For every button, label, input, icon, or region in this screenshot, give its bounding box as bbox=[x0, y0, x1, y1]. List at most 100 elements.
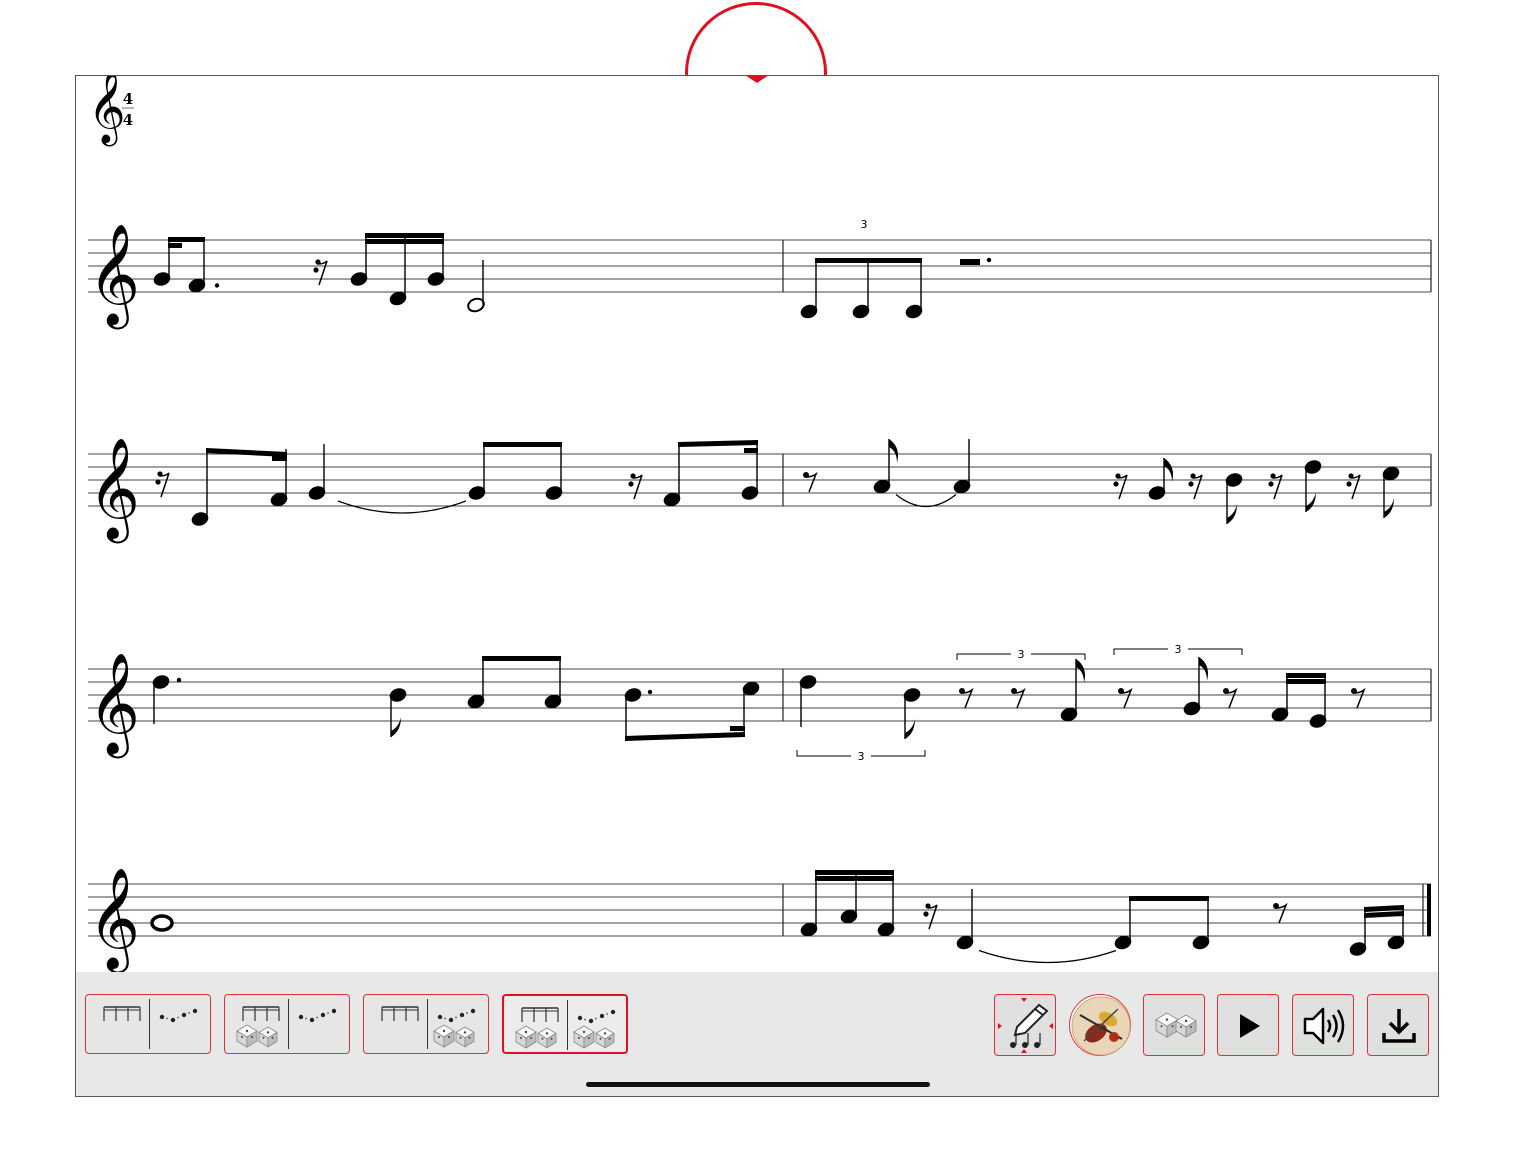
dice-button[interactable] bbox=[1143, 994, 1205, 1056]
treble-clef: 𝄞 bbox=[88, 866, 140, 972]
pitch-link-dot bbox=[177, 1016, 179, 1019]
pitch-dot bbox=[181, 1012, 187, 1018]
mode-button-rhythm-only[interactable] bbox=[85, 994, 211, 1054]
bottom-toolbar bbox=[76, 972, 1438, 1096]
pitch-dot bbox=[298, 1014, 304, 1020]
sixteenth-rest-dot bbox=[155, 479, 161, 485]
beam bbox=[744, 448, 758, 453]
beam bbox=[168, 237, 205, 242]
beam bbox=[730, 726, 745, 731]
pitch-link-dot bbox=[595, 1017, 597, 1020]
die-pip bbox=[545, 1032, 549, 1035]
pitch-dot bbox=[192, 1008, 198, 1014]
die-pip bbox=[603, 1032, 607, 1035]
music-score: 𝄞44𝄞 3𝄞𝄞33 3𝄞 bbox=[88, 76, 1432, 972]
die-pip bbox=[1165, 1018, 1169, 1021]
note-flag bbox=[889, 439, 898, 463]
die-pip bbox=[459, 1036, 462, 1039]
eighth-rest-stroke bbox=[805, 471, 818, 493]
pitch-dot bbox=[610, 1009, 616, 1015]
rhythm-dice-icon bbox=[236, 1006, 337, 1048]
export-button[interactable] bbox=[1367, 994, 1429, 1056]
die-pip bbox=[271, 1036, 274, 1039]
play-icon bbox=[1240, 1014, 1260, 1038]
die-pip bbox=[541, 1037, 544, 1040]
pitch-dot bbox=[437, 1014, 443, 1020]
die-pip bbox=[463, 1031, 467, 1034]
pitch-dot bbox=[309, 1017, 315, 1023]
beam bbox=[678, 440, 758, 447]
pitch-dot bbox=[577, 1015, 583, 1021]
die-pip bbox=[524, 1030, 528, 1034]
sound-wave bbox=[1336, 1009, 1345, 1043]
mode-button-random-rhythm-and-pitch[interactable] bbox=[502, 994, 628, 1054]
sound-wave bbox=[1331, 1014, 1338, 1038]
system-4: 𝄞 bbox=[88, 866, 1431, 972]
sixteenth-rest-stroke bbox=[927, 904, 938, 930]
sixteenth-rest-stroke bbox=[317, 260, 328, 286]
tie bbox=[978, 949, 1117, 964]
die-pip bbox=[245, 1029, 249, 1033]
sixteenth-rest-stroke bbox=[632, 474, 643, 500]
pitch-dot bbox=[159, 1014, 165, 1020]
sixteenth-rest-dot bbox=[1268, 481, 1274, 487]
sixteenth-rest-dot bbox=[923, 911, 929, 917]
die-pip bbox=[550, 1037, 553, 1040]
eighth-rest-stroke bbox=[1120, 687, 1133, 709]
mode-button-random-rhythm[interactable] bbox=[224, 994, 350, 1054]
pitch-dot bbox=[599, 1013, 605, 1019]
instruments-icon bbox=[1071, 996, 1131, 1056]
eighth-rest-stroke bbox=[961, 687, 974, 709]
beam bbox=[483, 442, 562, 447]
pitch-dot bbox=[320, 1012, 326, 1018]
die-pip bbox=[438, 1036, 440, 1038]
pull-down-tab[interactable] bbox=[745, 75, 769, 83]
volume-button[interactable] bbox=[1292, 994, 1354, 1056]
tuplet-number: 3 bbox=[861, 218, 868, 231]
pitch-link-dot bbox=[305, 1017, 307, 1020]
note-flag bbox=[1227, 504, 1237, 524]
home-indicator[interactable] bbox=[586, 1082, 930, 1087]
edit-notes-button[interactable] bbox=[994, 994, 1056, 1056]
die-pip bbox=[608, 1037, 611, 1040]
sixteenth-rest-dot bbox=[1188, 481, 1194, 487]
beam bbox=[1286, 673, 1326, 678]
dice-icon bbox=[1155, 1012, 1197, 1038]
eighth-rest-stroke bbox=[1275, 902, 1288, 924]
beam bbox=[625, 732, 745, 741]
mode-button-random-pitch[interactable] bbox=[363, 994, 489, 1054]
eighth-rest-stroke bbox=[1225, 687, 1238, 709]
die-pip bbox=[1190, 1026, 1192, 1028]
final-barline-thick bbox=[1427, 884, 1431, 936]
sixteenth-rest-dot bbox=[628, 481, 634, 487]
time-signature-numerator: 4 bbox=[123, 90, 133, 108]
sixteenth-rest-stroke bbox=[1350, 474, 1361, 500]
system-2: 𝄞 bbox=[88, 436, 1432, 544]
resize-arrow bbox=[998, 1023, 1002, 1029]
augmentation-dot bbox=[647, 689, 653, 695]
beam bbox=[168, 243, 182, 248]
instrument-button[interactable] bbox=[1069, 994, 1131, 1056]
tuplet-number: 3 bbox=[1018, 648, 1025, 661]
system-1: 𝄞 3 bbox=[88, 218, 1432, 330]
play-button[interactable] bbox=[1217, 994, 1279, 1056]
pitch-link-dot bbox=[455, 1016, 457, 1019]
treble-clef: 𝄞 bbox=[88, 222, 140, 330]
die-pip bbox=[582, 1030, 586, 1034]
pitch-link-dot bbox=[327, 1012, 329, 1014]
die-pip bbox=[241, 1036, 243, 1038]
note-flag bbox=[905, 719, 915, 739]
beam bbox=[815, 870, 894, 875]
note-flag bbox=[391, 717, 401, 737]
pitch-link-dot bbox=[606, 1013, 608, 1015]
pitch-link-dot bbox=[584, 1018, 586, 1021]
sound-wave bbox=[1326, 1019, 1332, 1033]
note-flag bbox=[1076, 659, 1085, 683]
eighth-rest-stroke bbox=[1013, 687, 1026, 709]
augmentation-dot bbox=[986, 257, 992, 263]
die-pip bbox=[1160, 1025, 1163, 1028]
note-flag bbox=[1384, 498, 1394, 518]
beam bbox=[365, 239, 444, 244]
pitch-link-dot bbox=[316, 1016, 318, 1019]
beam bbox=[1129, 896, 1209, 901]
